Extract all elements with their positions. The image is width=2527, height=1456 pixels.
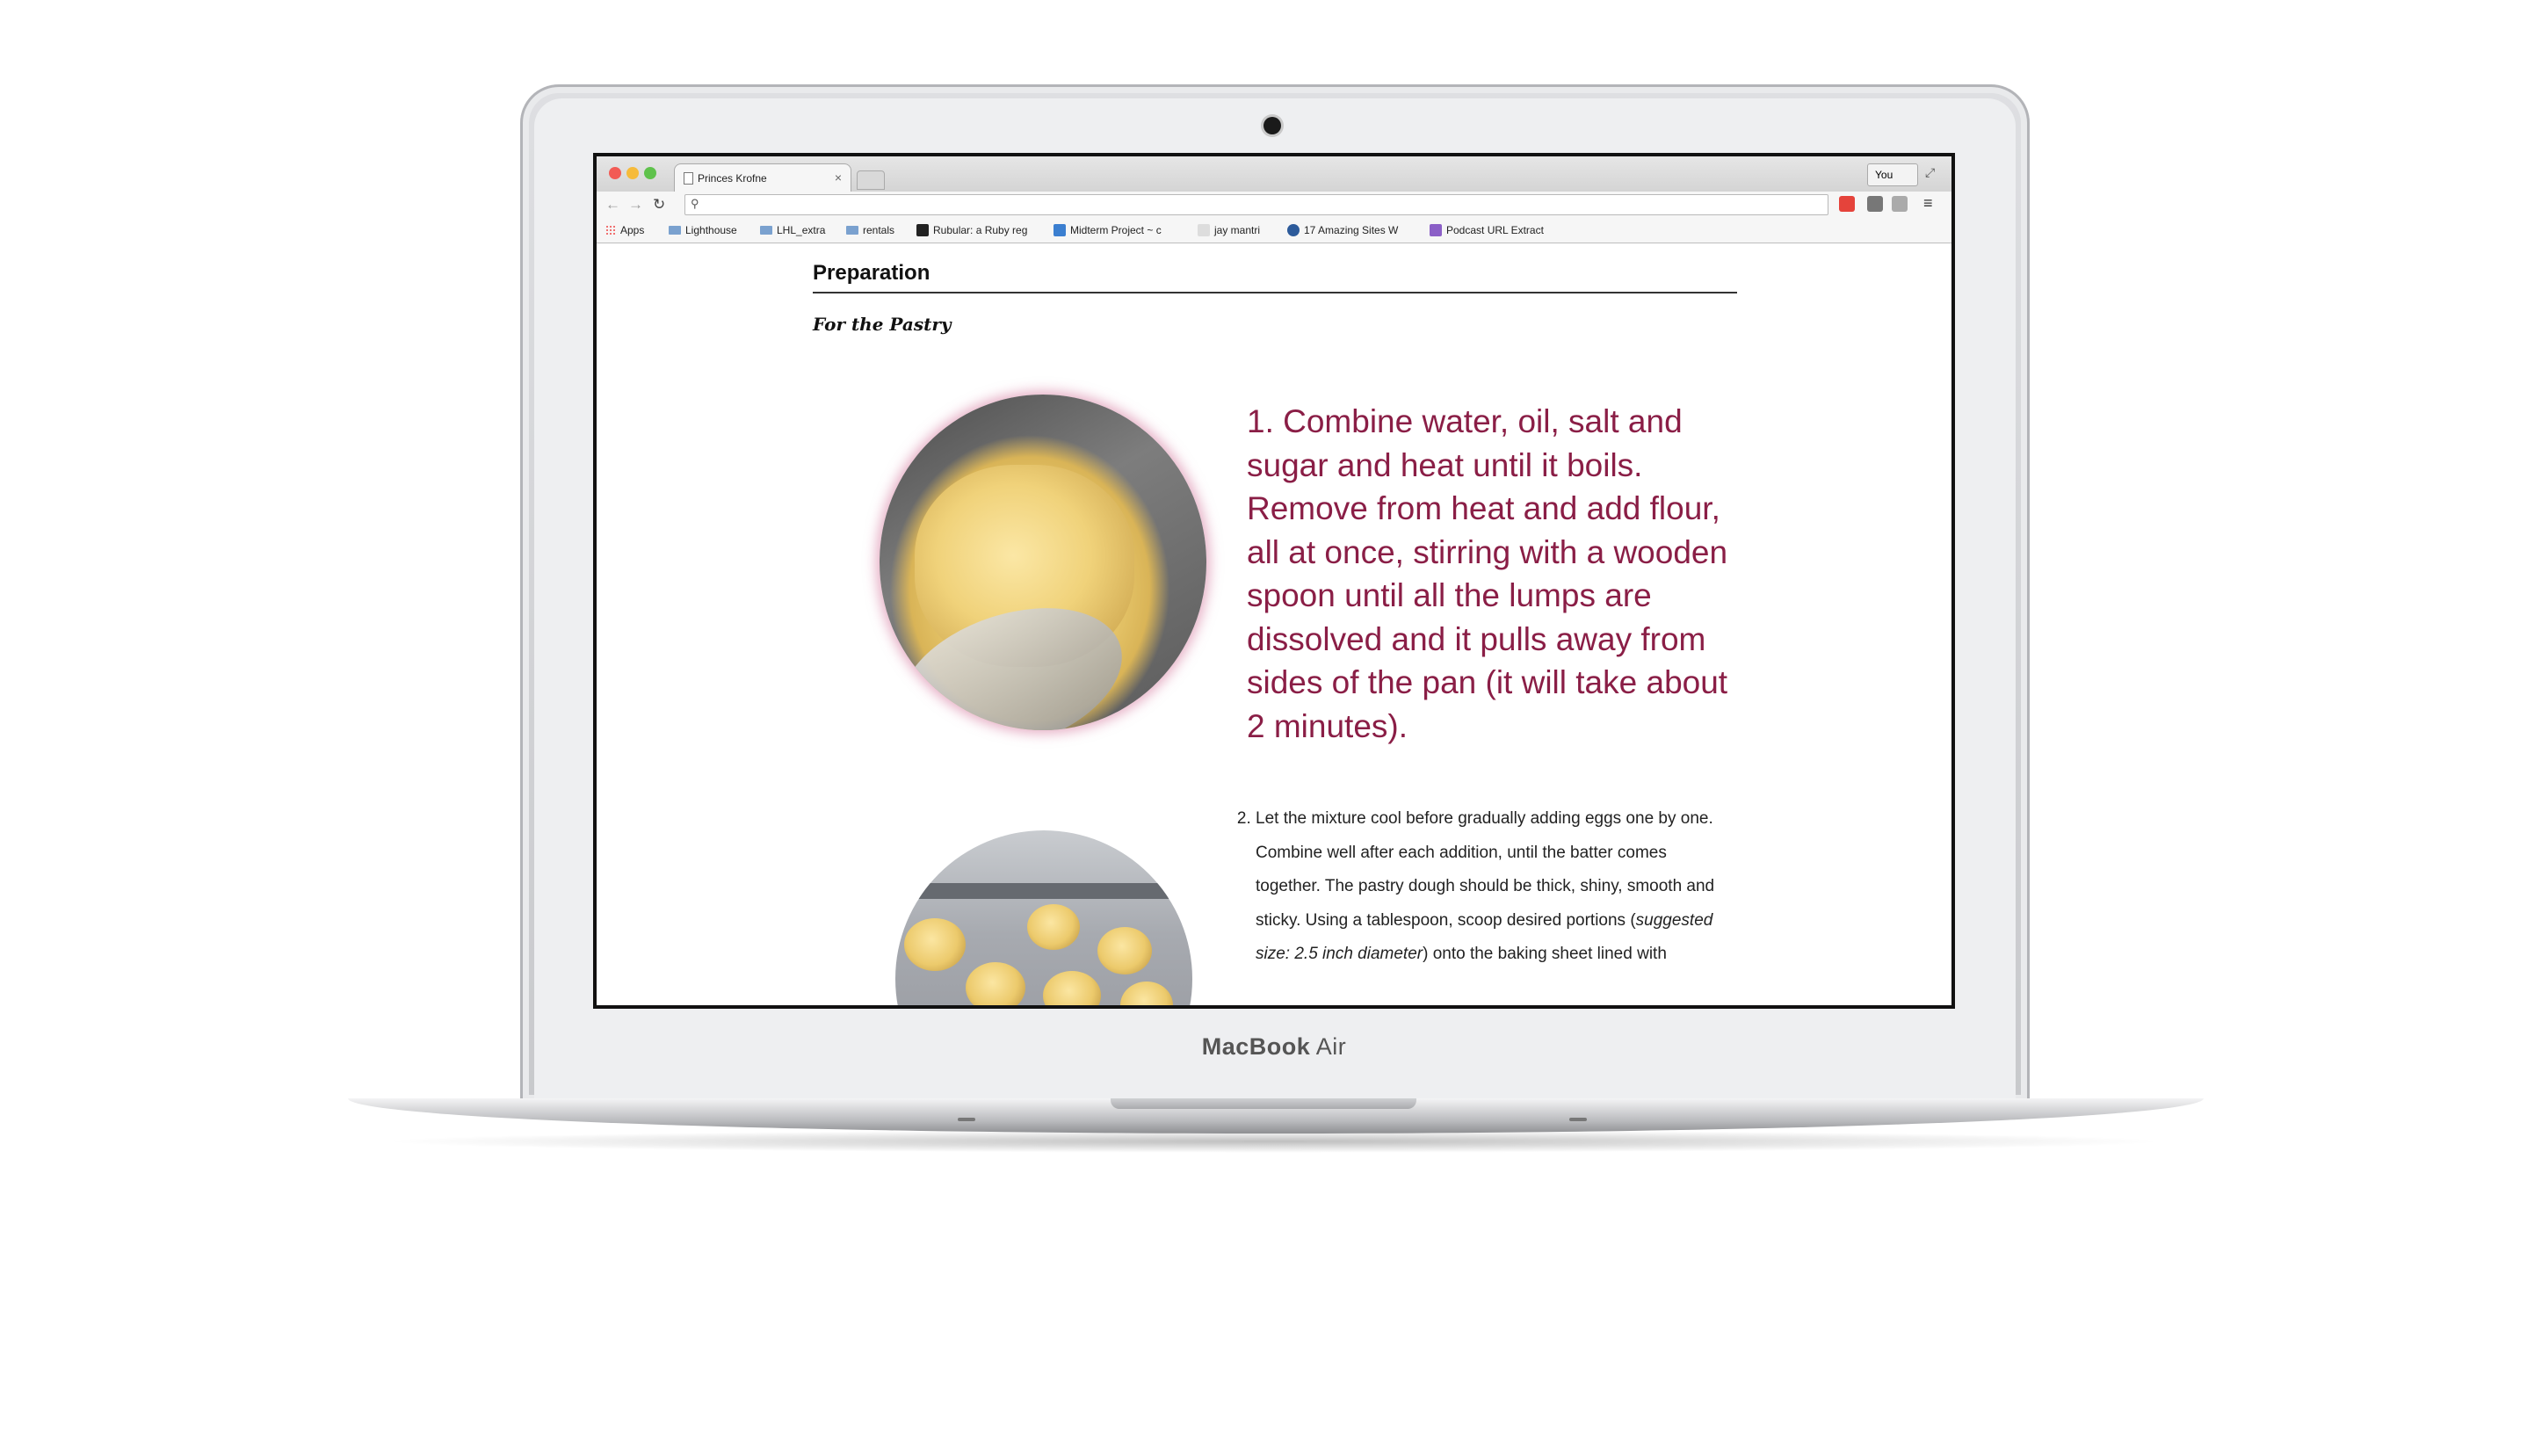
bookmark-label: Midterm Project ~ c (1070, 224, 1162, 236)
pastry-puff (966, 962, 1025, 1005)
tab-princes-krofne[interactable]: Princes Krofne × (674, 163, 851, 192)
laptop-brand-label: MacBook Air (1201, 1033, 1347, 1060)
profile-label: You (1875, 169, 1893, 181)
step-1-text: 1. Combine water, oil, salt and sugar an… (1247, 403, 1728, 744)
laptop-foot (958, 1118, 975, 1121)
site-favicon (1287, 224, 1300, 236)
extension-red-icon[interactable] (1839, 196, 1855, 212)
bookmark-label: rentals (863, 224, 895, 236)
forward-icon[interactable]: → (628, 196, 643, 214)
webcam-icon (1264, 117, 1281, 134)
baking-tray (895, 883, 1192, 899)
window-maximize-icon[interactable] (644, 167, 656, 179)
folder-icon (669, 226, 681, 235)
new-tab-button[interactable] (857, 170, 885, 190)
recipe-page: Preparation For the Pastry 1. Combine wa… (597, 243, 1951, 1005)
reload-icon[interactable]: ↻ (653, 196, 665, 214)
bookmark-podcast-url[interactable]: Podcast URL Extract (1430, 224, 1544, 236)
bookmark-midterm-project[interactable]: Midterm Project ~ c (1054, 224, 1162, 236)
bookmark-jay-mantri[interactable]: jay mantri (1198, 224, 1260, 236)
bookmark-17-amazing-sites[interactable]: 17 Amazing Sites W (1287, 224, 1398, 236)
browser-tab-strip: Princes Krofne × You ⤢ (597, 156, 1951, 192)
bookmark-rentals[interactable]: rentals (846, 224, 894, 236)
search-icon: ⚲ (691, 197, 699, 210)
extension-gray-icon[interactable] (1892, 196, 1908, 212)
extension-evernote-icon[interactable] (1867, 196, 1883, 212)
bookmark-label: Rubular: a Ruby reg (933, 224, 1028, 236)
bookmark-rubular[interactable]: Rubular: a Ruby reg (916, 224, 1027, 236)
apps-grid-icon (605, 225, 616, 235)
address-bar[interactable]: ⚲ (684, 194, 1828, 215)
dough-photo (880, 395, 1206, 730)
bookmark-label: Apps (620, 224, 645, 236)
fullscreen-icon[interactable]: ⤢ (1925, 165, 1935, 180)
bookmark-label: jay mantri (1214, 224, 1261, 236)
laptop-foot (1569, 1118, 1587, 1121)
pastry-puff (904, 918, 966, 971)
section-heading: Preparation (813, 261, 930, 285)
subsection-heading: For the Pastry (813, 314, 952, 335)
bookmark-label: Lighthouse (685, 224, 737, 236)
tab-title: Princes Krofne (698, 172, 767, 185)
heading-rule (813, 292, 1737, 293)
bookmarks-bar: Apps Lighthouse LHL_extra rentals Rubula… (597, 218, 1951, 243)
laptop-screen: Princes Krofne × You ⤢ ← → ↻ ⚲ ≡ Apps Li… (593, 153, 1955, 1009)
document-icon (684, 172, 693, 185)
pastry-puff (1027, 904, 1080, 950)
bookmark-label: LHL_extra (777, 224, 826, 236)
podcast-favicon (1430, 224, 1442, 236)
folder-icon (846, 226, 858, 235)
rubular-favicon (916, 224, 929, 236)
browser-toolbar: ← → ↻ ⚲ ≡ (597, 192, 1951, 218)
window-minimize-icon[interactable] (626, 167, 639, 179)
pastry-puff (1043, 971, 1101, 1005)
pastry-puffs-photo (895, 830, 1192, 1005)
bookmark-apps[interactable]: Apps (605, 224, 644, 236)
back-icon[interactable]: ← (605, 196, 620, 214)
profile-button[interactable]: You (1867, 163, 1918, 186)
step-2-text: Let the mixture cool before gradually ad… (1229, 802, 1730, 972)
bookmark-lhl-extra[interactable]: LHL_extra (760, 224, 825, 236)
bookmark-label: 17 Amazing Sites W (1304, 224, 1399, 236)
jay-mantri-favicon (1198, 224, 1210, 236)
pastry-puff (1097, 927, 1152, 974)
bookmark-label: Podcast URL Extract (1446, 224, 1544, 236)
midterm-favicon (1054, 224, 1066, 236)
pastry-puff (1120, 982, 1173, 1005)
step-2-item: Let the mixture cool before gradually ad… (1256, 802, 1730, 972)
tab-close-icon[interactable]: × (835, 170, 842, 185)
folder-icon (760, 226, 772, 235)
browser-window: Princes Krofne × You ⤢ ← → ↻ ⚲ ≡ Apps Li… (597, 156, 1951, 1005)
laptop-hinge-notch (1111, 1098, 1416, 1109)
bookmark-lighthouse[interactable]: Lighthouse (669, 224, 737, 236)
menu-icon[interactable]: ≡ (1923, 194, 1933, 213)
window-close-icon[interactable] (609, 167, 621, 179)
